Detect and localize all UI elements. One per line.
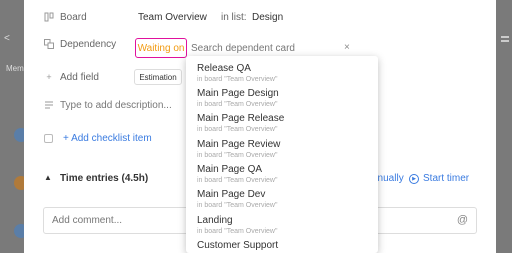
add-field-row[interactable]: + Add field [44, 72, 99, 83]
at-icon[interactable]: @ [457, 214, 468, 226]
dropdown-item[interactable]: Main Page Design in board "Team Overview… [197, 88, 372, 110]
dropdown-item-title: Release QA [197, 63, 251, 74]
dropdown-item[interactable]: Main Page Review in board "Team Overview… [197, 139, 372, 161]
description-row[interactable]: Type to add description... [44, 100, 172, 111]
dropdown-item-title: Main Page Review [197, 139, 281, 150]
start-timer-label: Start timer [423, 173, 470, 184]
lines-icon [44, 100, 54, 110]
dropdown-item-title: Customer Support [197, 240, 279, 251]
board-icon [44, 12, 54, 22]
dropdown-item[interactable]: Main Page QA in board "Team Overview" [197, 164, 372, 186]
start-timer-button[interactable]: ▶ Start timer [409, 173, 469, 184]
dependency-search-input[interactable] [191, 43, 341, 54]
estimation-tag[interactable]: Estimation [134, 69, 182, 85]
dropdown-item-subtitle: in board "Team Overview" [197, 126, 278, 133]
dropdown-item-subtitle: in board "Team Overview" [197, 177, 278, 184]
time-entries-label[interactable]: Time entries (4.5h) [60, 173, 148, 184]
dependency-icon [44, 39, 54, 49]
in-list-label: in list: [221, 11, 247, 23]
dependency-type-select[interactable]: Waiting on [135, 38, 187, 58]
dropdown-item-title: Landing [197, 215, 233, 226]
play-circle-icon: ▶ [409, 173, 419, 184]
list-value[interactable]: Design [252, 12, 283, 23]
background-right-panel [496, 0, 512, 253]
close-icon[interactable]: × [344, 42, 350, 53]
dropdown-item[interactable]: Main Page Dev in board "Team Overview" [197, 189, 372, 211]
dropdown-item-title: Main Page Dev [197, 189, 266, 200]
background-left-panel: < Mem [0, 0, 28, 253]
dropdown-item-subtitle: in board "Team Overview" [197, 101, 278, 108]
menu-icon [501, 36, 509, 38]
dropdown-item-title: Main Page QA [197, 164, 263, 175]
add-checklist-button[interactable]: + Add checklist item [63, 133, 152, 144]
dropdown-item-title: Main Page Release [197, 113, 285, 124]
dropdown-item-subtitle: in board "Team Overview" [197, 76, 278, 83]
dropdown-item-title: Main Page Design [197, 88, 279, 99]
dropdown-item-subtitle: in board "Team Overview" [197, 152, 278, 159]
dependency-label: Dependency [60, 38, 117, 50]
board-label: Board [60, 11, 87, 23]
dropdown-item[interactable]: Release QA in board "Team Overview" [197, 63, 372, 85]
board-row: Board Team Overview in list: Design [44, 12, 283, 23]
dropdown-item[interactable]: Main Page Release in board "Team Overvie… [197, 113, 372, 135]
members-label: Mem [6, 64, 24, 73]
description-placeholder[interactable]: Type to add description... [60, 100, 172, 111]
menu-icon [501, 40, 509, 42]
back-arrow-icon: < [4, 33, 10, 44]
chevron-up-icon[interactable]: ▲ [44, 173, 52, 182]
plus-icon: + [46, 72, 52, 82]
checkbox-icon[interactable] [44, 134, 53, 143]
dropdown-item-subtitle: in board "Team Overview" [197, 202, 278, 209]
dropdown-item[interactable]: Landing in board "Team Overview" [197, 215, 372, 237]
dependency-row: Dependency [44, 39, 116, 50]
board-value[interactable]: Team Overview [138, 12, 207, 23]
add-field-label: Add field [60, 71, 99, 83]
dependency-dropdown: Release QA in board "Team Overview" Main… [186, 56, 378, 253]
dropdown-item-subtitle: in board "Team Overview" [197, 228, 278, 235]
dropdown-item[interactable]: Customer Support [197, 240, 372, 252]
